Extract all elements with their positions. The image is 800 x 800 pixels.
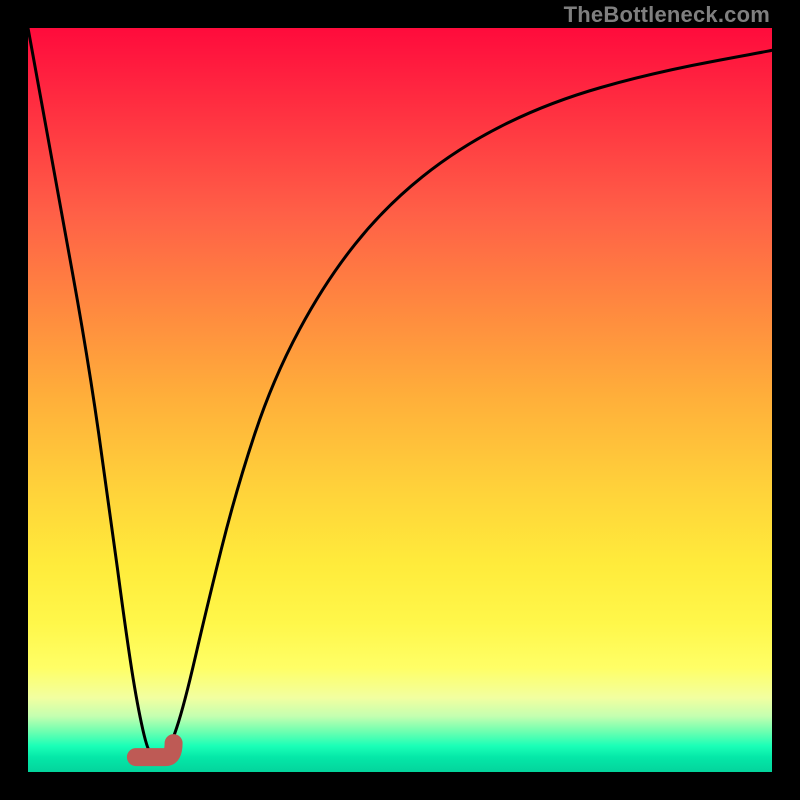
chart-svg — [28, 28, 772, 772]
plot-area — [28, 28, 772, 772]
optimal-region-marker — [136, 743, 174, 757]
chart-frame: TheBottleneck.com — [0, 0, 800, 800]
bottleneck-curve — [28, 28, 772, 757]
watermark-text: TheBottleneck.com — [564, 2, 770, 28]
